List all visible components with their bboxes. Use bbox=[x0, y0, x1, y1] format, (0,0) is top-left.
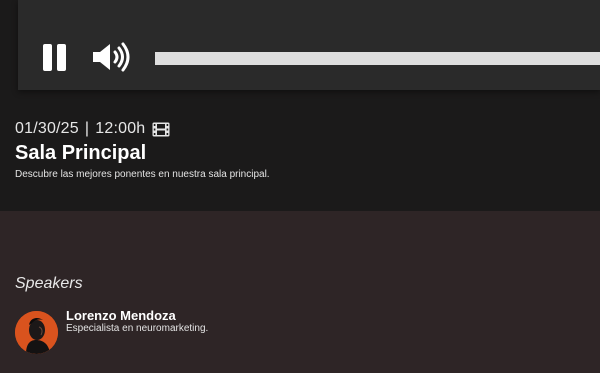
speaker-card[interactable]: Lorenzo Mendoza Especialista en neuromar… bbox=[15, 307, 575, 355]
meta-separator: | bbox=[84, 120, 90, 137]
volume-high-icon[interactable] bbox=[91, 41, 131, 73]
avatar bbox=[15, 311, 58, 354]
speakers-heading: Speakers bbox=[15, 275, 83, 292]
progress-fill bbox=[155, 52, 600, 65]
event-description: Descubre las mejores ponentes en nuestra… bbox=[15, 169, 270, 180]
speakers-section: Speakers Lorenzo Mendoza Especialista en… bbox=[0, 211, 600, 373]
event-date: 01/30/25 bbox=[15, 120, 79, 137]
film-icon bbox=[152, 122, 170, 136]
pause-icon[interactable] bbox=[43, 44, 67, 71]
event-header-section: 01/30/25 | 12:00h Sala Principal Descubr… bbox=[0, 0, 600, 211]
event-meta: 01/30/25 | 12:00h bbox=[15, 120, 170, 138]
progress-bar[interactable] bbox=[155, 52, 600, 65]
event-title: Sala Principal bbox=[15, 142, 147, 164]
speaker-name: Lorenzo Mendoza bbox=[66, 308, 176, 323]
speaker-role: Especialista en neuromarketing. bbox=[66, 323, 209, 334]
event-time: 12:00h bbox=[95, 120, 146, 137]
video-player-controls bbox=[18, 0, 600, 90]
speaker-portrait-icon bbox=[15, 311, 58, 354]
